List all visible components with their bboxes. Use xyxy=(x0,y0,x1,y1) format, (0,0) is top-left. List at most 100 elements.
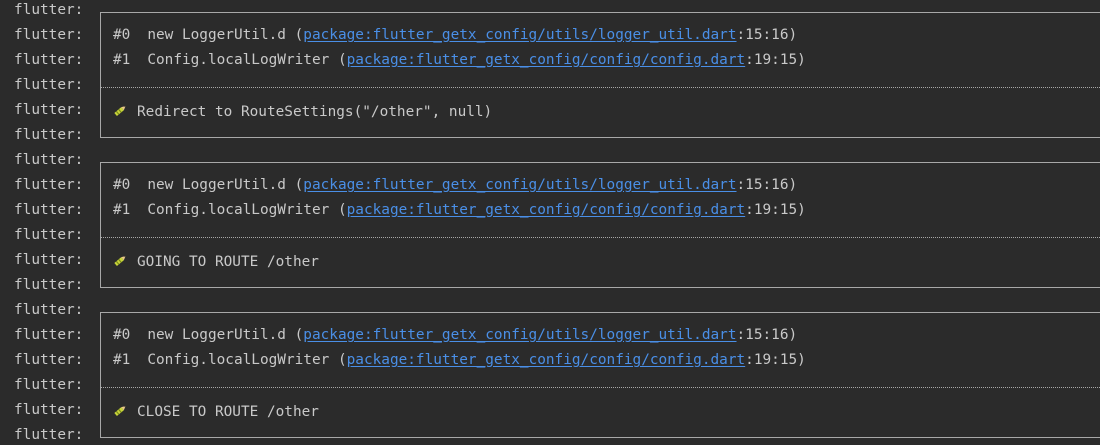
source-link[interactable]: package:flutter_getx_config/utils/logger… xyxy=(303,27,736,43)
log-prefix: flutter: xyxy=(14,427,84,443)
log-prefix: flutter: xyxy=(14,252,84,268)
stack-frame: #0 new LoggerUtil.d (package:flutter_getx… xyxy=(113,327,797,343)
box-top-border xyxy=(100,12,1100,13)
console-line: flutter: #0 new LoggerUtil.d (package:flu… xyxy=(0,25,1100,50)
log-prefix: flutter: xyxy=(14,277,84,293)
frame-index: #1 xyxy=(113,352,131,368)
console-line: flutter: xyxy=(0,125,1100,150)
frame-paren: ( xyxy=(337,352,347,368)
frame-index: #1 xyxy=(113,202,131,218)
log-prefix: flutter: xyxy=(14,77,84,93)
frame-position: :19:15) xyxy=(745,352,806,368)
stack-frame: #1 Config.localLogWriter (package:flutter… xyxy=(113,52,806,68)
frame-paren: ( xyxy=(337,202,347,218)
box-divider xyxy=(100,237,1100,238)
frame-method: new LoggerUtil.d xyxy=(147,27,286,43)
log-prefix: flutter: xyxy=(14,177,84,193)
box-divider xyxy=(100,387,1100,388)
box-left-border xyxy=(100,312,101,325)
box-top-border xyxy=(100,162,1100,163)
log-prefix: flutter: xyxy=(14,302,84,318)
source-link[interactable]: package:flutter_getx_config/utils/logger… xyxy=(303,177,736,193)
log-message-text: GOING TO ROUTE /other xyxy=(137,254,319,270)
console-line: flutter: xyxy=(0,0,1100,25)
frame-position: :19:15) xyxy=(745,52,806,68)
console-line: flutter: #1 Config.localLogWriter (packag… xyxy=(0,200,1100,225)
box-left-border xyxy=(100,350,101,375)
log-prefix: flutter: xyxy=(14,377,84,393)
log-prefix: flutter: xyxy=(14,152,84,168)
frame-paren: ( xyxy=(294,177,304,193)
stack-frame: #1 Config.localLogWriter (package:flutter… xyxy=(113,352,806,368)
console-line: flutter: xyxy=(0,225,1100,250)
source-link[interactable]: package:flutter_getx_config/utils/logger… xyxy=(303,327,736,343)
console-line: flutter: #0 new LoggerUtil.d (package:flu… xyxy=(0,175,1100,200)
frame-position: :15:16) xyxy=(736,177,798,193)
log-prefix: flutter: xyxy=(14,2,84,18)
frame-method: Config.localLogWriter xyxy=(147,202,330,218)
console-line: flutter: #1 Config.localLogWriter (packag… xyxy=(0,50,1100,75)
source-link[interactable]: package:flutter_getx_config/config/confi… xyxy=(347,202,746,218)
crayon-icon xyxy=(114,256,126,267)
frame-paren: ( xyxy=(294,27,304,43)
frame-position: :19:15) xyxy=(745,202,806,218)
crayon-icon xyxy=(114,106,126,117)
box-bottom-border xyxy=(100,287,1100,288)
log-message: CLOSE TO ROUTE /other xyxy=(113,402,319,420)
source-link[interactable]: package:flutter_getx_config/config/confi… xyxy=(347,352,746,368)
console-line: flutter: xyxy=(0,75,1100,100)
box-left-border xyxy=(100,175,101,200)
frame-position: :15:16) xyxy=(736,327,798,343)
frame-method: Config.localLogWriter xyxy=(147,352,330,368)
box-bottom-border xyxy=(100,137,1100,138)
console-line: flutter: #0 new LoggerUtil.d (package:flu… xyxy=(0,325,1100,350)
stack-frame: #0 new LoggerUtil.d (package:flutter_getx… xyxy=(113,27,797,43)
console-output: flutter: flutter: #0 new LoggerUtil.d (pa… xyxy=(0,0,1100,445)
source-link[interactable]: package:flutter_getx_config/config/confi… xyxy=(347,52,746,68)
console-line: flutter: xyxy=(0,150,1100,175)
box-divider xyxy=(100,87,1100,88)
stack-frame: #1 Config.localLogWriter (package:flutter… xyxy=(113,202,806,218)
box-left-border xyxy=(100,325,101,350)
frame-index: #0 xyxy=(113,177,131,193)
log-prefix: flutter: xyxy=(14,402,84,418)
frame-position: :15:16) xyxy=(736,27,798,43)
frame-paren: ( xyxy=(337,52,347,68)
log-message: Redirect to RouteSettings("/other", null… xyxy=(113,102,492,120)
frame-paren: ( xyxy=(294,327,304,343)
log-prefix: flutter: xyxy=(14,202,84,218)
frame-method: new LoggerUtil.d xyxy=(147,327,286,343)
log-prefix: flutter: xyxy=(14,27,84,43)
frame-method: Config.localLogWriter xyxy=(147,52,330,68)
box-left-border xyxy=(100,162,101,175)
frame-method: new LoggerUtil.d xyxy=(147,177,286,193)
box-left-border xyxy=(100,50,101,75)
box-bottom-border xyxy=(100,437,1100,438)
log-prefix: flutter: xyxy=(14,52,84,68)
log-prefix: flutter: xyxy=(14,227,84,243)
console-line: flutter: Redirect to RouteSettings("/oth… xyxy=(0,100,1100,125)
console-line: flutter: xyxy=(0,375,1100,400)
log-message-text: Redirect to RouteSettings("/other", null… xyxy=(137,104,493,120)
console-line: flutter: xyxy=(0,300,1100,325)
console-line: flutter: #1 Config.localLogWriter (packag… xyxy=(0,350,1100,375)
frame-index: #0 xyxy=(113,27,131,43)
box-left-border xyxy=(100,12,101,25)
log-prefix: flutter: xyxy=(14,327,84,343)
console-line: flutter: CLOSE TO ROUTE /other xyxy=(0,400,1100,425)
log-message-text: CLOSE TO ROUTE /other xyxy=(137,404,319,420)
box-left-border xyxy=(100,200,101,225)
box-left-border xyxy=(100,25,101,50)
console-line: flutter: xyxy=(0,275,1100,300)
box-left-border xyxy=(100,100,101,125)
frame-index: #1 xyxy=(113,52,131,68)
box-top-border xyxy=(100,312,1100,313)
console-line: flutter: GOING TO ROUTE /other xyxy=(0,250,1100,275)
log-message: GOING TO ROUTE /other xyxy=(113,252,319,270)
console-line: flutter: xyxy=(0,425,1100,445)
log-prefix: flutter: xyxy=(14,127,84,143)
crayon-icon xyxy=(114,406,126,417)
log-prefix: flutter: xyxy=(14,352,84,368)
box-left-border xyxy=(100,250,101,275)
log-prefix: flutter: xyxy=(14,102,84,118)
